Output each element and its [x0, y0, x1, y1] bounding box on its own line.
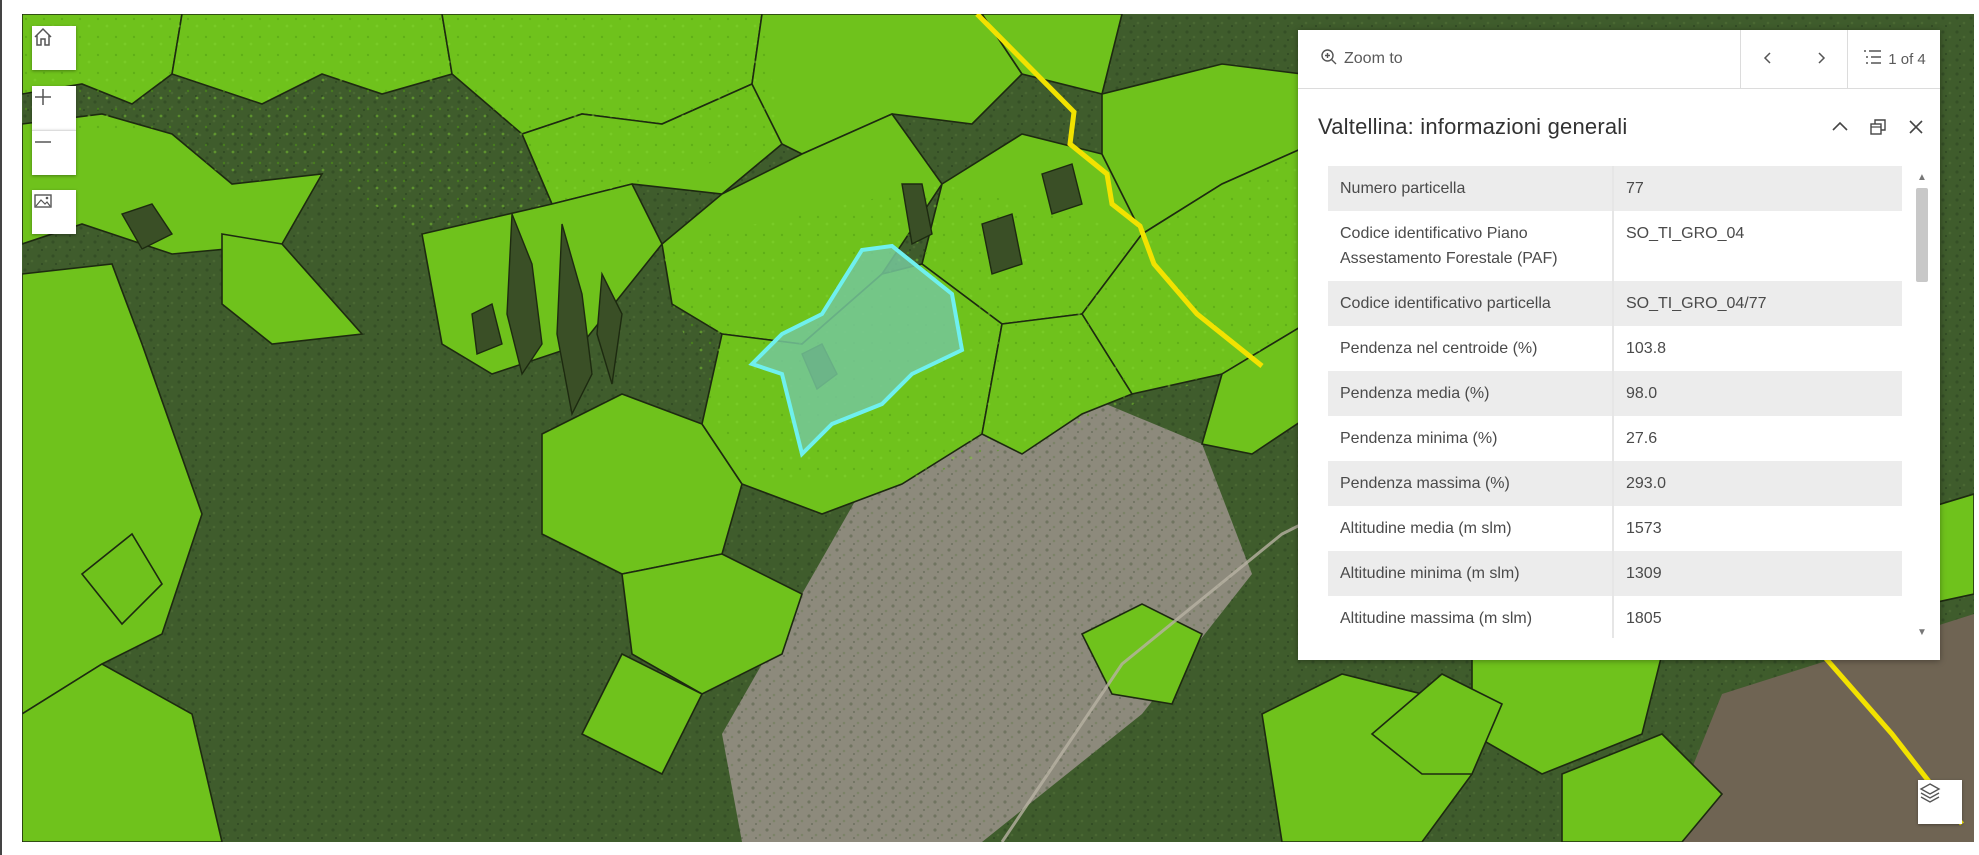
scroll-down-icon[interactable]: ▼: [1917, 627, 1927, 638]
attribute-value: SO_TI_GRO_04: [1613, 211, 1902, 281]
attribute-label: Pendenza media (%): [1328, 371, 1613, 416]
scrollbar-thumb[interactable]: [1916, 188, 1928, 282]
feature-count: 1 of 4: [1888, 51, 1926, 68]
attribute-label: Pendenza minima (%): [1328, 416, 1613, 461]
zoom-to-button[interactable]: Zoom to: [1298, 30, 1740, 88]
zoom-to-icon: [1320, 48, 1338, 71]
popup-scrollbar[interactable]: ▲ ▼: [1912, 168, 1932, 640]
popup-title: Valtellina: informazioni generali: [1318, 114, 1830, 140]
popup-actions: [1830, 117, 1926, 137]
zoom-in-button[interactable]: [32, 86, 76, 130]
attribute-value: 1309: [1613, 551, 1902, 596]
attribute-label: Codice identificativo particella: [1328, 281, 1613, 326]
feature-count-button[interactable]: 1 of 4: [1848, 30, 1940, 88]
feature-popup: Zoom to 1 of 4 Valtellina: informazioni …: [1298, 30, 1940, 660]
attribute-row: Pendenza minima (%)27.6: [1328, 416, 1902, 461]
scroll-up-icon[interactable]: ▲: [1917, 172, 1927, 183]
attribute-label: Pendenza massima (%): [1328, 461, 1613, 506]
list-icon: [1862, 48, 1882, 70]
attribute-row: Altitudine minima (m slm)1309: [1328, 551, 1902, 596]
close-icon[interactable]: [1906, 117, 1926, 137]
attribute-value: 98.0: [1613, 371, 1902, 416]
attribute-label: Altitudine massima (m slm): [1328, 596, 1613, 638]
attribute-value: 293.0: [1613, 461, 1902, 506]
attribute-table-container[interactable]: Numero particella77Codice identificativo…: [1328, 166, 1902, 638]
attribute-value: 77: [1613, 166, 1902, 211]
popup-title-row: Valtellina: informazioni generali: [1298, 89, 1940, 165]
attribute-row: Altitudine media (m slm)1573: [1328, 506, 1902, 551]
attribute-value: 27.6: [1613, 416, 1902, 461]
attribute-row: Pendenza media (%)98.0: [1328, 371, 1902, 416]
attribute-value: 103.8: [1613, 326, 1902, 371]
home-button[interactable]: [32, 26, 76, 70]
chevron-up-icon[interactable]: [1830, 117, 1850, 137]
attribute-row: Codice identificativo Piano Assestamento…: [1328, 211, 1902, 281]
chevron-right-icon[interactable]: [1805, 48, 1837, 71]
attribute-label: Codice identificativo Piano Assestamento…: [1328, 211, 1613, 281]
dock-icon[interactable]: [1868, 117, 1888, 137]
attribute-value: 1573: [1613, 506, 1902, 551]
attribute-label: Altitudine minima (m slm): [1328, 551, 1613, 596]
attribute-table: Numero particella77Codice identificativo…: [1328, 166, 1902, 638]
attribute-row: Pendenza nel centroide (%)103.8: [1328, 326, 1902, 371]
attribute-value: SO_TI_GRO_04/77: [1613, 281, 1902, 326]
attribute-row: Altitudine massima (m slm)1805: [1328, 596, 1902, 638]
popup-header: Zoom to 1 of 4: [1298, 30, 1940, 89]
attribute-row: Pendenza massima (%)293.0: [1328, 461, 1902, 506]
attribute-row: Codice identificativo particellaSO_TI_GR…: [1328, 281, 1902, 326]
zoom-out-button[interactable]: [32, 130, 76, 175]
attribute-label: Altitudine media (m slm): [1328, 506, 1613, 551]
attribute-value: 1805: [1613, 596, 1902, 638]
attribute-row: Numero particella77: [1328, 166, 1902, 211]
attribute-label: Pendenza nel centroide (%): [1328, 326, 1613, 371]
chevron-left-icon[interactable]: [1752, 48, 1784, 71]
zoom-to-label: Zoom to: [1344, 50, 1403, 68]
attribute-label: Numero particella: [1328, 166, 1613, 211]
layers-button[interactable]: [1918, 780, 1962, 824]
feature-navigation: [1740, 30, 1848, 88]
basemap-button[interactable]: [32, 190, 76, 234]
